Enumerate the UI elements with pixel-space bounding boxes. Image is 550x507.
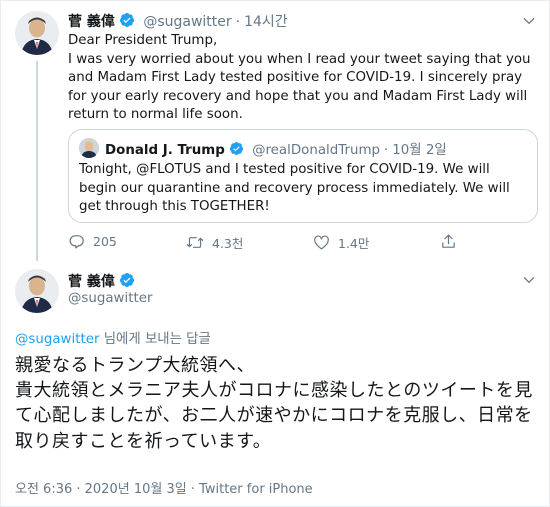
reply-button[interactable]: 205 (68, 233, 117, 250)
tweet-actions: 205 4.3천 1.4만 (68, 233, 528, 253)
tweet-timestamp[interactable]: 오전 6:36 · 2020년 10월 3일 · Twitter for iPh… (15, 478, 313, 497)
quoted-avatar (79, 138, 99, 158)
separator-dot: · (235, 14, 241, 30)
tweet-text: Dear President Trump, I was very worried… (68, 32, 538, 125)
quoted-tweet-date: 10월 2일 (392, 143, 447, 158)
avatar[interactable] (15, 11, 59, 55)
reply-count: 205 (93, 234, 117, 249)
avatar[interactable] (15, 269, 59, 313)
share-button[interactable] (440, 233, 457, 250)
tweet-time[interactable]: 14시간 (244, 14, 288, 30)
author-name[interactable]: 菅 義偉 (68, 14, 115, 30)
tweet-body: Dear President Trump, I was very worried… (68, 33, 531, 123)
tweet-text: 親愛なるトランプ大統領へ、 貴大統領とメラニア夫人がコロナに感染したとのツイート… (15, 355, 533, 452)
author-handle[interactable]: @sugawitter (143, 14, 231, 30)
quoted-tweet-header: Donald J. Trump @realDonaldTrump · 10월 2일 (105, 138, 451, 160)
tweet-thread: 菅 義偉 @sugawitter · 14시간 Dear President Tru… (0, 0, 550, 507)
replying-to-link[interactable]: @sugawitter (15, 332, 99, 347)
chevron-down-icon[interactable] (522, 272, 536, 291)
separator-dot: · (384, 143, 389, 158)
retweet-icon (186, 234, 204, 251)
quoted-author-name: Donald J. Trump (105, 143, 225, 158)
quoted-tweet[interactable]: Donald J. Trump @realDonaldTrump · 10월 2일 … (68, 129, 538, 223)
quoted-author-handle: @realDonaldTrump (252, 143, 380, 158)
verified-badge-icon (119, 272, 135, 292)
thread-connector-line (36, 61, 38, 261)
like-icon (313, 234, 330, 251)
reply-icon (68, 233, 85, 250)
tweet-header: 菅 義偉 @sugawitter · 14시간 (68, 11, 292, 32)
verified-badge-icon (229, 141, 244, 160)
chevron-down-icon[interactable] (522, 13, 536, 32)
quoted-tweet-text: Tonight, @FLOTUS and I tested positive f… (79, 162, 510, 215)
author-handle[interactable]: @sugawitter (68, 291, 152, 306)
tweet-header: 菅 義偉 (68, 271, 135, 292)
share-icon (440, 233, 457, 250)
verified-badge-icon (119, 12, 135, 32)
retweet-button[interactable]: 4.3천 (186, 233, 243, 252)
replying-to: @sugawitter 님에게 보내는 답글 (15, 327, 211, 347)
author-name[interactable]: 菅 義偉 (68, 274, 115, 290)
retweet-count: 4.3천 (212, 236, 244, 251)
replying-to-suffix: 님에게 보내는 답글 (99, 332, 211, 347)
like-button[interactable]: 1.4만 (313, 233, 369, 252)
like-count: 1.4만 (338, 236, 370, 251)
